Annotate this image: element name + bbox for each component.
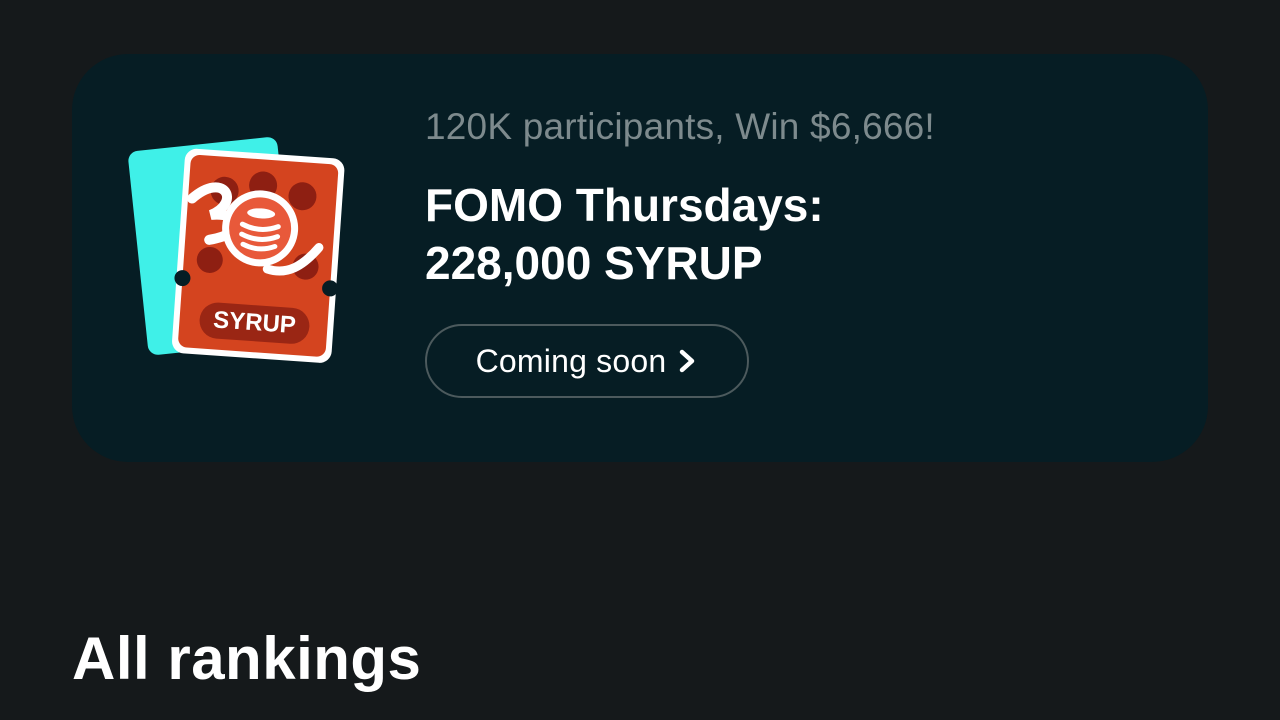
- promo-title-line1: FOMO Thursdays:: [425, 179, 824, 231]
- ticket-illustration: SYRUP: [128, 137, 345, 363]
- promo-title: FOMO Thursdays: 228,000 SYRUP: [425, 176, 824, 292]
- page: SYRUP 120K participants, Win $6,666! FOM…: [0, 0, 1280, 720]
- promo-subtitle: 120K participants, Win $6,666!: [425, 106, 935, 147]
- all-rankings-heading: All rankings: [72, 625, 422, 692]
- promo-title-line2: 228,000 SYRUP: [425, 237, 763, 289]
- coming-soon-label: Coming soon: [475, 342, 667, 379]
- ticket-badge-label: SYRUP: [212, 306, 296, 339]
- ticket-icon: SYRUP: [128, 134, 358, 364]
- coming-soon-button[interactable]: Coming soon: [425, 324, 749, 398]
- chevron-right-icon: [680, 349, 695, 373]
